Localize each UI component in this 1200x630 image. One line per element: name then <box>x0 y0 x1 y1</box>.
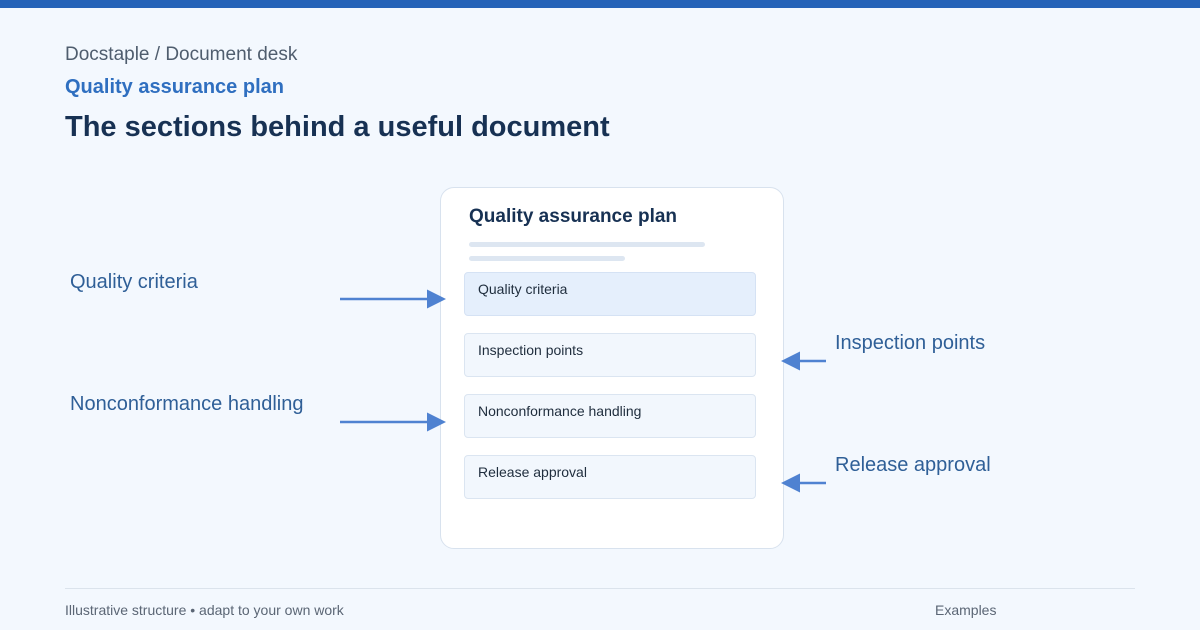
examples-link[interactable]: Examples <box>935 602 996 618</box>
arrow-left-icon <box>781 473 826 493</box>
footer-divider <box>65 588 1135 589</box>
footer-note: Illustrative structure • adapt to your o… <box>65 602 344 618</box>
arrow-left-icon <box>781 351 826 371</box>
callout-arrows <box>340 289 826 493</box>
arrow-right-icon <box>340 412 446 432</box>
arrow-right-icon <box>340 289 446 309</box>
